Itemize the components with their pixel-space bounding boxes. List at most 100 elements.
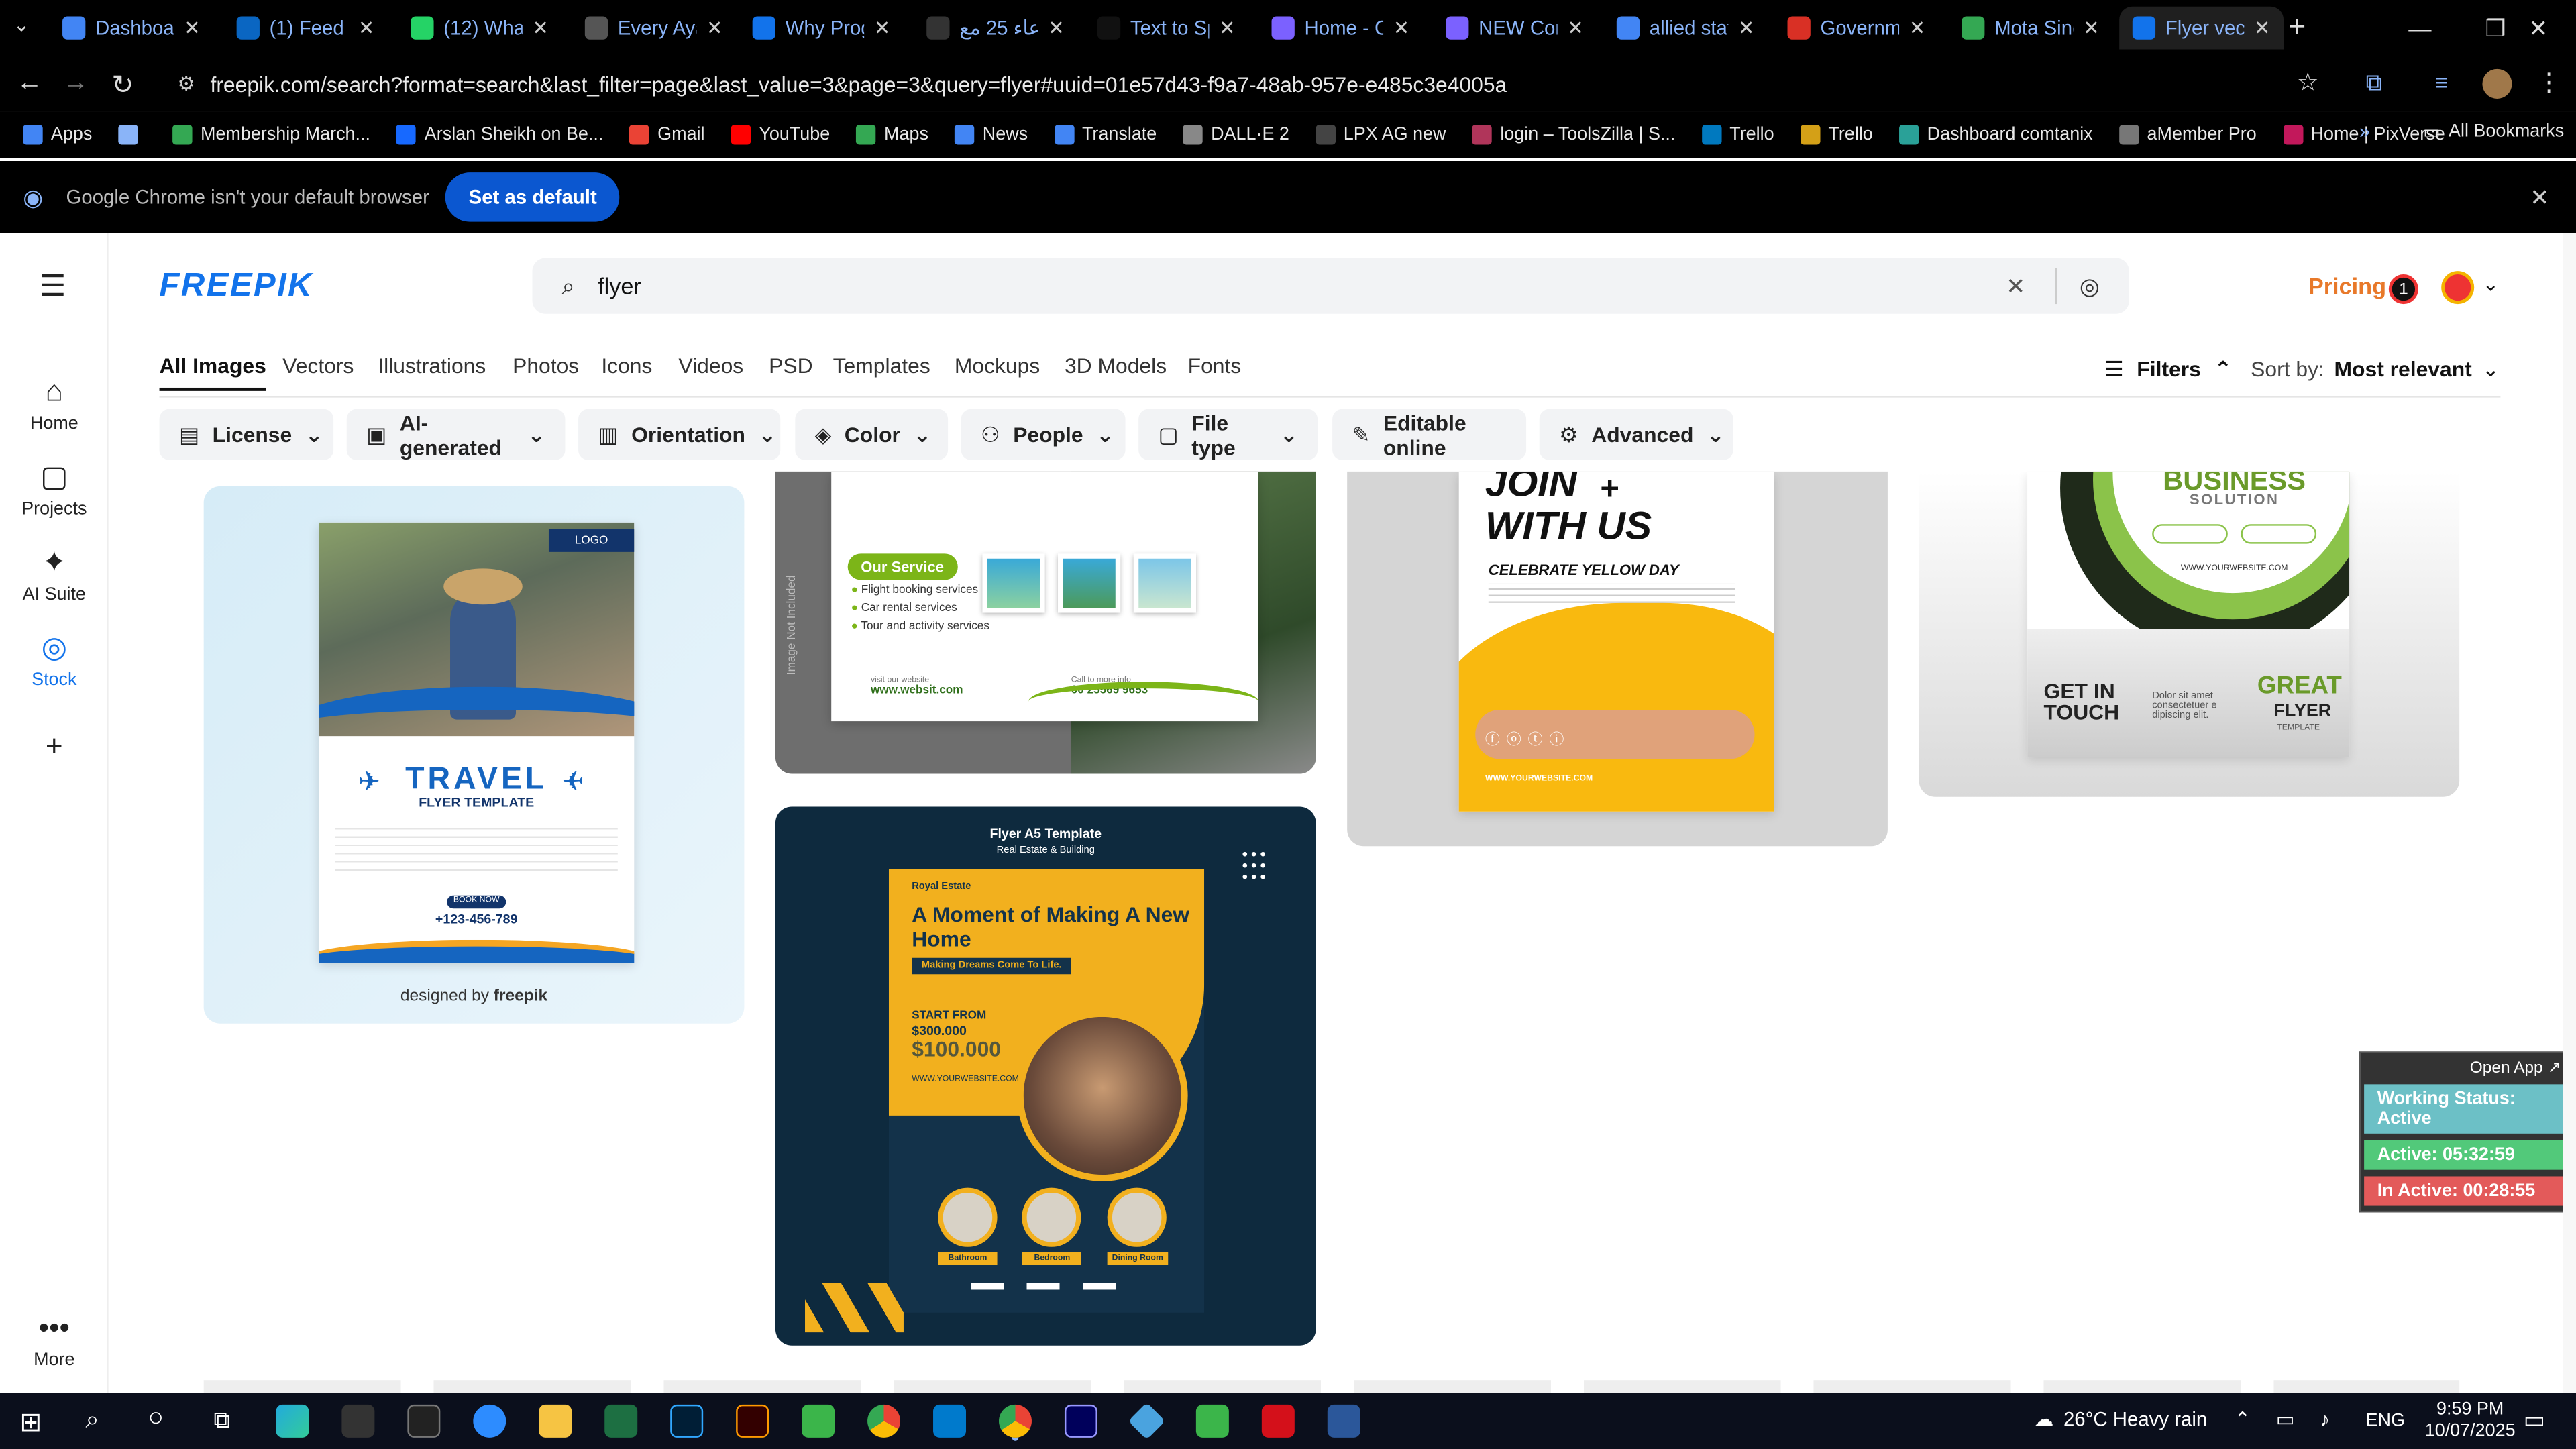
hamburger-menu-icon[interactable]: ☰ — [40, 270, 66, 304]
zoom-icon[interactable] — [473, 1404, 506, 1438]
acrobat-icon[interactable] — [1261, 1404, 1295, 1438]
tab-templates[interactable]: Templates — [833, 354, 930, 378]
browser-tab[interactable]: Why Progr ✕ — [739, 7, 904, 50]
bookmark-item[interactable] — [105, 125, 160, 145]
close-tab-icon[interactable]: ✕ — [2083, 16, 2100, 39]
file-explorer-icon[interactable] — [539, 1404, 572, 1438]
browser-tab[interactable]: NEW Cont ✕ — [1433, 7, 1597, 50]
bookmark-item[interactable]: DALL·E 2 — [1170, 125, 1303, 145]
browser-tab[interactable]: دعاء 25 مع ✕ — [914, 7, 1078, 50]
browser-tab[interactable]: Text to Spe ✕ — [1084, 7, 1248, 50]
filter-license[interactable]: ▤ License ⌄ — [159, 409, 334, 460]
bookmark-item[interactable]: Maps — [843, 125, 942, 145]
start-icon[interactable]: ⊞ — [19, 1406, 42, 1439]
close-tab-icon[interactable]: ✕ — [2254, 16, 2271, 39]
result-card-join[interactable]: JOIN WITH US CELEBRATE YELLOW DAY ⓕⓞⓣⓘ W… — [1347, 471, 1888, 847]
filter-file-type[interactable]: ▢ File type ⌄ — [1138, 409, 1318, 460]
result-card-realestate[interactable]: Flyer A5 Template Real Estate & Building … — [775, 806, 1316, 1346]
close-window-button[interactable]: ✕ — [2500, 0, 2576, 56]
filter-editable-online[interactable]: ✎ Editable online — [1332, 409, 1527, 460]
bookmark-item[interactable]: Gmail — [616, 125, 718, 145]
filter-advanced[interactable]: ⚙ Advanced ⌄ — [1539, 409, 1733, 460]
close-tab-icon[interactable]: ✕ — [874, 16, 891, 39]
browser-tab[interactable]: Flyer vecto ✕ — [2119, 6, 2284, 50]
chrome-icon[interactable] — [867, 1404, 901, 1438]
address-bar[interactable]: ⚙ freepik.com/search?format=search&last_… — [164, 62, 2350, 105]
close-tab-icon[interactable]: ✕ — [706, 16, 723, 39]
pricing-link[interactable]: Pricing — [2308, 273, 2386, 299]
bookmark-item[interactable]: Dashboard comtanix — [1886, 125, 2106, 145]
search-input[interactable]: flyer — [598, 273, 2006, 299]
search-bar[interactable]: ⌕ flyer ✕ ◎ — [532, 258, 2129, 314]
sidebar-item-add[interactable]: + — [0, 729, 109, 769]
close-tab-icon[interactable]: ✕ — [1048, 16, 1065, 39]
filter-people[interactable]: ⚇ People ⌄ — [961, 409, 1126, 460]
sidebar-item-more[interactable]: ••• More — [0, 1311, 109, 1370]
browser-tab[interactable]: (12) WhatsA ✕ — [398, 7, 562, 50]
browser-tab[interactable]: allied stat ✕ — [1603, 7, 1768, 50]
sidebar-item-home[interactable]: ⌂ Home — [0, 374, 109, 433]
bookmark-item[interactable]: Membership March... — [160, 125, 384, 145]
camera-search-icon[interactable]: ◎ — [2080, 272, 2100, 300]
browser-tab[interactable]: Governme ✕ — [1774, 7, 1939, 50]
bookmark-star-icon[interactable]: ☆ — [2297, 67, 2319, 97]
page-scrollbar[interactable] — [2563, 233, 2576, 1393]
terminal-icon[interactable] — [407, 1404, 441, 1438]
notice-close-icon[interactable]: ✕ — [2530, 184, 2549, 212]
excel-icon[interactable] — [604, 1404, 638, 1438]
browser-tab[interactable]: Home - C ✕ — [1258, 7, 1423, 50]
close-tab-icon[interactable]: ✕ — [532, 16, 549, 39]
vscode-icon[interactable] — [933, 1404, 967, 1438]
language-indicator[interactable]: ENG — [2366, 1411, 2405, 1431]
freepik-logo[interactable]: FREEPIK — [160, 268, 313, 305]
filters-toggle[interactable]: ☰ Filters ⌃ — [2104, 356, 2232, 382]
user-avatar[interactable] — [2441, 271, 2475, 305]
premiere-icon[interactable] — [1064, 1404, 1097, 1438]
tab-all-images[interactable]: All Images — [159, 354, 266, 391]
chrome-menu-icon[interactable]: ⋮ — [2536, 67, 2561, 97]
bookmark-item[interactable]: YouTube — [718, 125, 843, 145]
result-card-business[interactable]: BUSINESS SOLUTION WWW.YOURWEBSITE.COM GE… — [1919, 471, 2460, 797]
browser-tab[interactable]: Mota Sing ✕ — [1949, 7, 2113, 50]
green-app2-icon[interactable] — [1195, 1404, 1229, 1438]
bookmark-item[interactable]: LPX AG new — [1303, 125, 1460, 145]
close-tab-icon[interactable]: ✕ — [1738, 16, 1755, 39]
edge-icon[interactable] — [276, 1404, 309, 1438]
browser-tab[interactable]: (1) Feed | L ✕ — [223, 7, 388, 50]
tab-3d-models[interactable]: 3D Models — [1065, 354, 1167, 378]
bookmark-item[interactable]: News — [942, 125, 1041, 145]
extensions-icon[interactable]: ⧉ — [2366, 69, 2382, 97]
weather-widget[interactable]: ☁ 26°C Heavy rain — [2034, 1408, 2207, 1431]
bookmark-item[interactable]: Apps — [10, 125, 105, 145]
tab-search-icon[interactable]: ⌄ — [13, 13, 30, 36]
site-info-icon[interactable]: ⚙ — [177, 72, 195, 95]
tab-fonts[interactable]: Fonts — [1188, 354, 1242, 378]
bookmark-item[interactable]: Translate — [1041, 125, 1170, 145]
close-tab-icon[interactable]: ✕ — [184, 16, 201, 39]
word-icon[interactable] — [1327, 1404, 1360, 1438]
set-default-button[interactable]: Set as default — [445, 172, 621, 222]
notifications-icon[interactable]: ▭ — [2524, 1406, 2545, 1434]
tab-photos[interactable]: Photos — [513, 354, 579, 378]
photoshop-icon[interactable] — [670, 1404, 704, 1438]
chrome-active-icon[interactable] — [998, 1404, 1032, 1438]
illustrator-icon[interactable] — [736, 1404, 769, 1438]
tab-illustrations[interactable]: Illustrations — [378, 354, 486, 378]
media-icon[interactable]: ≡ — [2434, 69, 2448, 95]
all-bookmarks[interactable]: ▭ All Bookmarks — [2423, 121, 2564, 143]
bookmark-item[interactable]: login – ToolsZilla | S... — [1459, 125, 1688, 145]
result-card-service[interactable]: Our Service ● Flight booking services ● C… — [775, 471, 1316, 774]
browser-tab[interactable]: Dashboard ✕ — [49, 7, 213, 50]
close-tab-icon[interactable]: ✕ — [358, 16, 375, 39]
close-tab-icon[interactable]: ✕ — [1909, 16, 1926, 39]
tab-icons[interactable]: Icons — [601, 354, 652, 378]
tray-icons[interactable]: ⌃ ▭ ♪ — [2235, 1408, 2340, 1431]
tab-psd[interactable]: PSD — [769, 354, 812, 378]
pen-icon[interactable] — [341, 1404, 375, 1438]
more-bookmarks-icon[interactable]: » — [2359, 120, 2370, 143]
result-card-travel[interactable]: LOGO TRAVEL FLYER TEMPLATE ✈ ✈ BOOK NOW … — [203, 486, 745, 1024]
back-icon[interactable]: ← — [16, 69, 42, 99]
filter-color[interactable]: ◈ Color ⌄ — [795, 409, 949, 460]
filter-orientation[interactable]: ▥ Orientation ⌄ — [578, 409, 781, 460]
green-app-icon[interactable] — [802, 1404, 835, 1438]
